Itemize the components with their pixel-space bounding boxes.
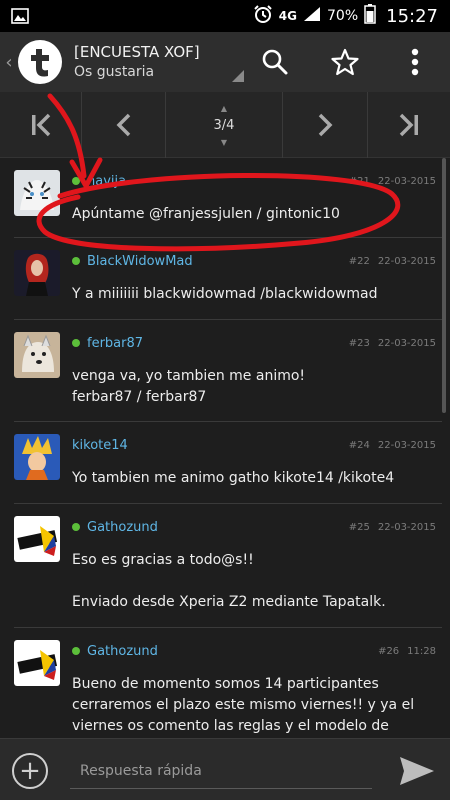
send-icon[interactable] [398,755,436,787]
post-body: Y a miiiiiii blackwidowmad /blackwidowma… [72,286,378,302]
thread-title: [ENCUESTA XOF] [74,43,200,61]
page-indicator[interactable]: ▲ 3/4 ▼ [166,92,283,158]
chevron-right-icon [318,113,333,137]
tapatalk-logo[interactable] [18,40,62,84]
clock: 15:27 [386,5,438,27]
online-indicator [72,257,80,265]
chevron-left-icon [116,113,130,137]
last-page-icon [399,113,418,137]
avatar[interactable] [14,332,60,378]
post-username[interactable]: navija [87,174,126,189]
post-username[interactable]: ferbar87 [87,336,143,351]
post-body: Yo tambien me animo gatho kikote14 /kiko… [72,470,395,486]
battery-percent: 70% [327,8,359,24]
post-item[interactable]: navija #21 22-03-2015 Apúntame @franjessj… [14,158,442,238]
post-date: 22-03-2015 [377,337,436,349]
post-item[interactable]: ferbar87 #23 22-03-2015 venga va, yo tamb… [14,320,442,422]
online-indicator [72,647,80,655]
search-icon[interactable] [250,32,300,92]
thread-subtitle: Os gustaria [74,64,155,80]
next-page-button[interactable] [283,92,368,158]
post-body: venga va, yo tambien me animo! ferbar87 … [72,368,306,405]
online-indicator [72,339,80,347]
post-date: 22-03-2015 [377,175,436,187]
avatar[interactable] [14,434,60,480]
post-username[interactable]: Gathozund [87,520,158,535]
thread-title-block[interactable]: [ENCUESTA XOF] Os gustaria [74,40,244,84]
battery-icon [364,4,376,28]
alarm-icon [253,4,273,28]
network-type: 4G [278,9,297,23]
post-body: Apúntame @franjessjulen / gintonic10 [72,206,340,222]
avatar[interactable] [14,250,60,296]
page-number: 3/4 [213,117,235,133]
post-item[interactable]: Gathozund #25 22-03-2015 Eso es gracias a… [14,504,442,628]
star-icon[interactable] [320,32,370,92]
caret-down-icon: ▼ [220,137,228,147]
post-body: Eso es gracias a todo@s!! Enviado desde … [72,552,386,610]
signal-icon [303,6,321,26]
pagination-bar: ▲ 3/4 ▼ [0,92,450,158]
first-page-button[interactable] [0,92,82,158]
post-username[interactable]: kikote14 [72,438,128,453]
action-bar: ‹ [ENCUESTA XOF] Os gustaria [0,32,450,92]
more-vert-icon[interactable] [390,32,440,92]
post-username[interactable]: Gathozund [87,644,158,659]
post-number: #22 [348,255,370,267]
scrollbar[interactable] [442,158,446,413]
back-chevron-icon[interactable]: ‹ [0,52,18,73]
first-page-icon [31,113,50,137]
post-date: 22-03-2015 [377,255,436,267]
post-item[interactable]: BlackWidowMad #22 22-03-2015 Y a miiiiiii… [14,238,442,320]
online-indicator [72,177,80,185]
online-indicator [72,523,80,531]
post-date: 11:28 [407,645,436,657]
post-number: #24 [348,439,370,451]
post-number: #26 [378,645,400,657]
post-list[interactable]: navija #21 22-03-2015 Apúntame @franjessj… [0,158,442,738]
quick-reply-input[interactable] [70,753,372,789]
plus-circle-icon[interactable]: + [12,753,48,789]
post-item[interactable]: kikote14 #24 22-03-2015 Yo tambien me ani… [14,422,442,504]
dropdown-corner-icon [232,70,244,82]
avatar[interactable] [14,640,60,686]
post-number: #23 [348,337,370,349]
post-item[interactable]: Gathozund #26 11:28 Bueno de momento somo… [14,628,442,738]
avatar[interactable] [14,516,60,562]
gallery-notification-icon [0,0,40,32]
status-bar: 4G 70% 15:27 [0,0,450,32]
prev-page-button[interactable] [82,92,166,158]
post-number: #21 [348,175,370,187]
post-username[interactable]: BlackWidowMad [87,254,193,269]
post-date: 22-03-2015 [377,439,436,451]
avatar[interactable] [14,170,60,216]
post-number: #25 [348,521,370,533]
quick-reply-bar: + [0,738,450,800]
last-page-button[interactable] [368,92,450,158]
caret-up-icon: ▲ [220,103,228,113]
post-body: Bueno de momento somos 14 participantes … [72,676,415,734]
post-date: 22-03-2015 [377,521,436,533]
